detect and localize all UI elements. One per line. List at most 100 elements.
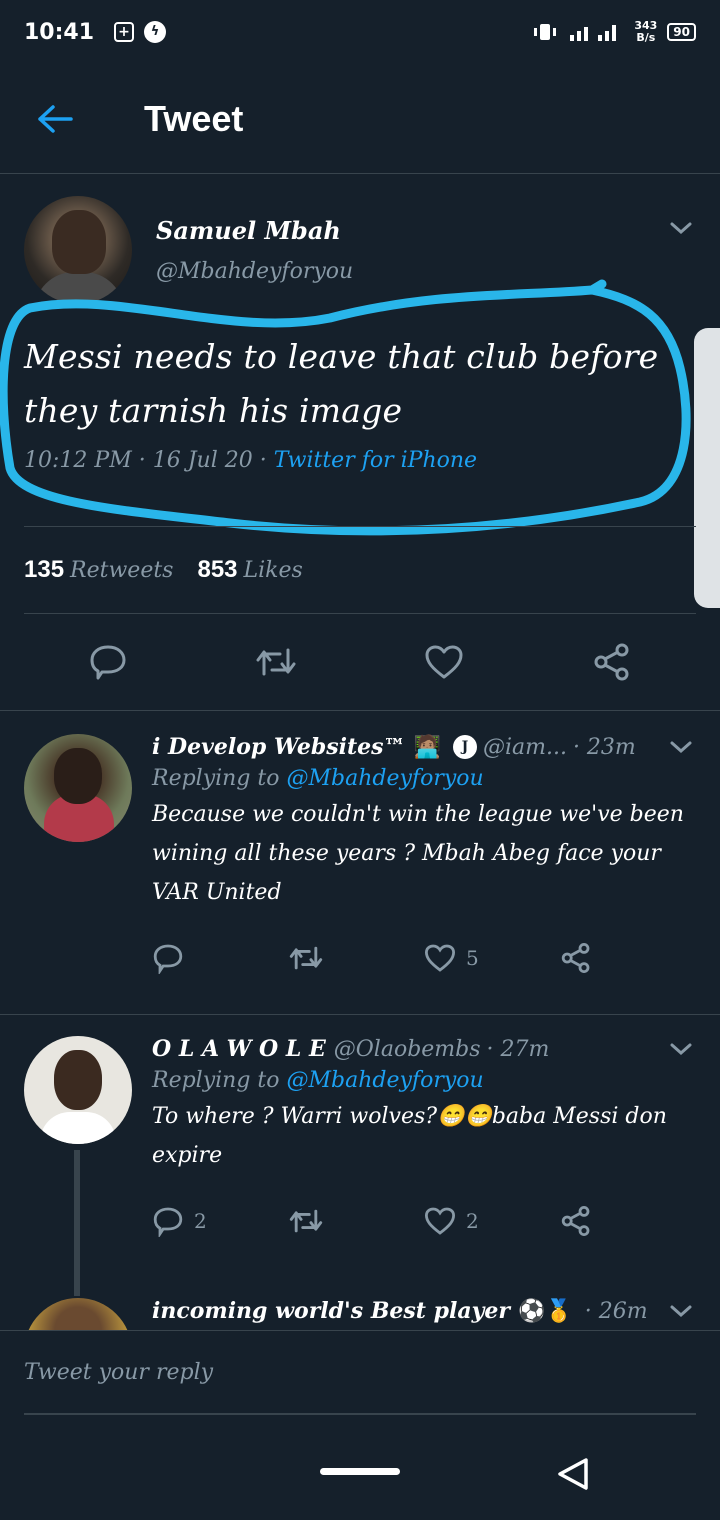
tweet-source-link[interactable]: Twitter for iPhone [274, 448, 477, 473]
reply-count: 2 [194, 1209, 207, 1233]
like-button[interactable]: 5 [424, 943, 560, 973]
reply-icon [153, 944, 183, 974]
retweets-count: 135 [24, 556, 65, 583]
heart-icon [425, 645, 463, 679]
retweet-button[interactable] [288, 1206, 424, 1236]
retweets-stat[interactable]: 135 Retweets [24, 556, 173, 584]
meta-separator: · [259, 448, 267, 473]
net-speed-unit: B/s [636, 31, 656, 44]
retweet-icon [289, 1209, 323, 1233]
battery-icon: 90 [667, 23, 696, 41]
avatar[interactable] [24, 734, 132, 842]
reply-button[interactable]: 2 [152, 1205, 288, 1237]
reply-display-name[interactable]: i Develop Websites™ [152, 734, 406, 760]
reply-input[interactable] [24, 1331, 696, 1415]
messenger-icon: ϟ [144, 21, 167, 43]
reply-time: · 23m [572, 734, 636, 760]
replying-label: Replying to [152, 766, 280, 791]
replying-mention[interactable]: @Mbahdeyforyou [287, 766, 484, 791]
reply-display-name[interactable]: O L A W O L E [152, 1036, 326, 1062]
reply-actions: 5 [152, 938, 696, 978]
reply-icon [90, 645, 126, 680]
reply-body: i Develop Websites™ 🧑🏽‍💻 J @iam... · 23m… [152, 734, 696, 978]
reply-header: incoming world's Best player ⚽🥇 · 26m [152, 1298, 696, 1324]
avatar-shirt [34, 272, 124, 304]
retweet-button[interactable] [252, 638, 300, 686]
side-scroll-handle[interactable] [694, 328, 720, 608]
share-button[interactable] [560, 942, 696, 974]
system-nav-bar [0, 1420, 720, 1520]
tweet-text: Messi needs to leave that club before th… [24, 337, 659, 430]
replying-label: Replying to [152, 1068, 280, 1093]
share-icon [561, 943, 590, 973]
reply-button[interactable] [152, 942, 288, 974]
tweet-meta: 10:12 PM · 16 Jul 20 · Twitter for iPhon… [24, 448, 696, 473]
author-display-name[interactable]: Samuel Mbah [156, 216, 353, 245]
author-handle[interactable]: @Mbahdeyforyou [156, 259, 353, 284]
reply-options-button[interactable] [666, 1039, 696, 1059]
replying-mention[interactable]: @Mbahdeyforyou [287, 1068, 484, 1093]
reply-options-button[interactable] [666, 737, 696, 757]
avatar[interactable] [24, 1298, 132, 1330]
share-icon [594, 643, 629, 681]
reply-body: O L A W O L E @Olaobembs · 27m Replying … [152, 1036, 696, 1241]
net-speed: 343 B/s [634, 20, 657, 44]
avatar-face [52, 210, 106, 274]
reply-actions: 2 2 [152, 1201, 696, 1241]
likes-stat[interactable]: 853 Likes [197, 556, 302, 584]
reply-tweet[interactable]: incoming world's Best player ⚽🥇 · 26m [0, 1298, 720, 1330]
reply-handle[interactable]: @iam... [483, 735, 567, 760]
retweet-icon [289, 946, 323, 970]
tweet-time: 10:12 PM [24, 448, 132, 473]
avatar[interactable] [24, 1036, 132, 1144]
thread-line [74, 1150, 80, 1296]
author-names: Samuel Mbah @Mbahdeyforyou [156, 196, 353, 284]
retweet-icon [256, 648, 296, 676]
technologist-emoji: 🧑🏽‍💻 [413, 734, 441, 760]
reply-text: Because we couldn't win the league we've… [152, 802, 684, 905]
status-right: 343 B/s 90 [532, 20, 696, 44]
avatar[interactable] [24, 196, 132, 304]
heart-icon [424, 944, 456, 972]
replying-to: Replying to @Mbahdeyforyou [152, 1068, 696, 1093]
likes-label: Likes [243, 558, 303, 583]
signal-icon [570, 25, 617, 41]
like-button[interactable] [420, 638, 468, 686]
avatar-shirt [40, 1112, 116, 1144]
share-icon [561, 1206, 590, 1236]
reply-text: To where ? Warri wolves?😁😁baba Messi don… [152, 1104, 667, 1168]
reply-icon [153, 1207, 183, 1237]
replying-to: Replying to @Mbahdeyforyou [152, 766, 696, 791]
avatar-face [54, 1050, 102, 1110]
nav-back-icon[interactable] [554, 1454, 594, 1494]
avatar-face [54, 748, 102, 804]
page-title: Tweet [144, 97, 244, 139]
app-header: Tweet [0, 64, 720, 174]
meta-separator: · [138, 448, 146, 473]
reply-composer [0, 1330, 720, 1420]
reply-options-button[interactable] [666, 1301, 696, 1321]
notification-icons: + ϟ [114, 21, 167, 43]
reply-display-name[interactable]: incoming world's Best player [152, 1298, 510, 1324]
reply-tweet[interactable]: i Develop Websites™ 🧑🏽‍💻 J @iam... · 23m… [0, 734, 720, 1014]
battery-saver-icon: + [114, 22, 135, 42]
like-button[interactable]: 2 [424, 1206, 560, 1236]
home-gesture-bar[interactable] [320, 1468, 400, 1475]
share-button[interactable] [588, 638, 636, 686]
retweet-button[interactable] [288, 943, 424, 973]
reply-tweet[interactable]: O L A W O L E @Olaobembs · 27m Replying … [0, 1036, 720, 1296]
tweet-options-button[interactable] [666, 218, 696, 238]
reply-handle[interactable]: @Olaobembs [334, 1037, 481, 1062]
share-button[interactable] [560, 1205, 696, 1237]
reply-time: · 26m [584, 1298, 648, 1324]
soccer-medal-emoji: ⚽🥇 [517, 1298, 573, 1324]
reply-header: i Develop Websites™ 🧑🏽‍💻 J @iam... · 23m [152, 734, 696, 760]
vibrate-icon [534, 24, 557, 40]
chevron-down-icon [670, 1305, 692, 1318]
back-arrow-icon [38, 104, 73, 133]
chevron-down-icon [670, 222, 692, 235]
reply-button[interactable] [84, 638, 132, 686]
reply-header: O L A W O L E @Olaobembs · 27m [152, 1036, 696, 1062]
back-button[interactable] [0, 64, 110, 174]
tweet-action-bar [24, 614, 696, 710]
